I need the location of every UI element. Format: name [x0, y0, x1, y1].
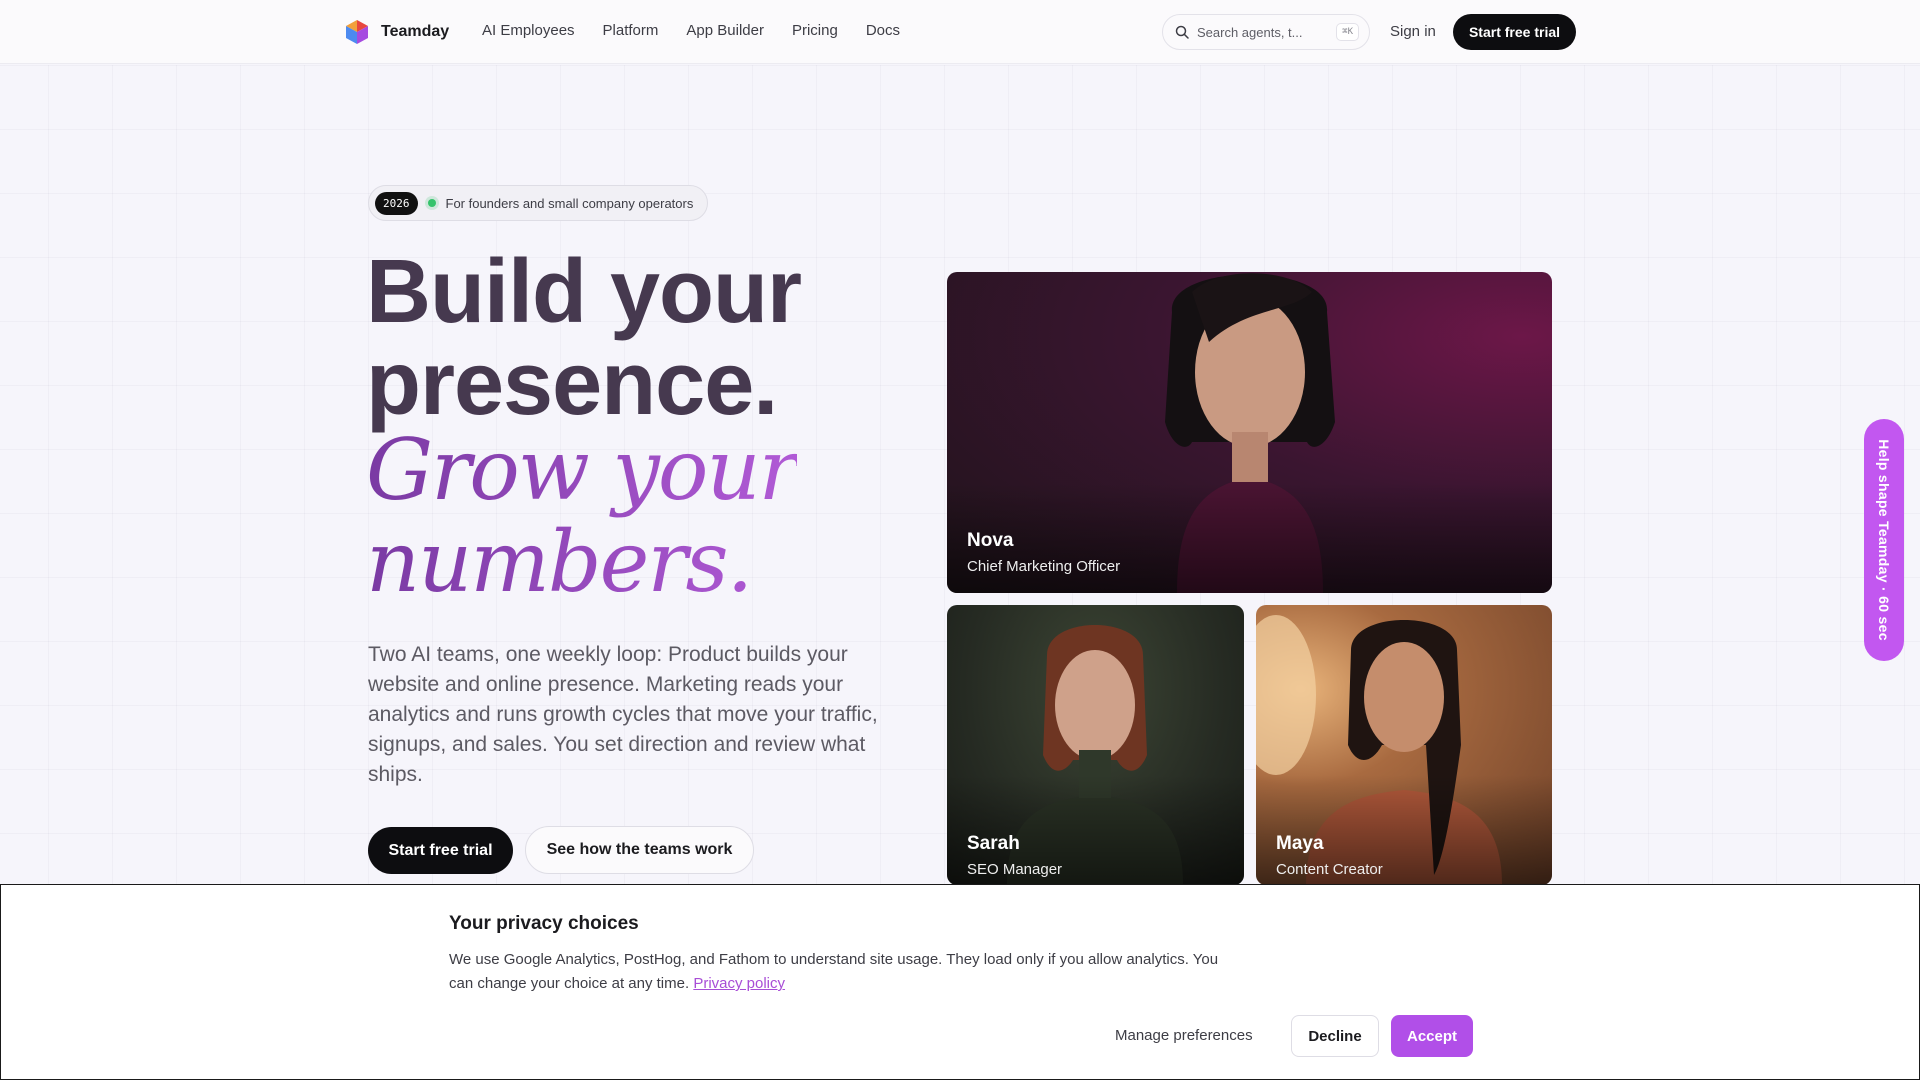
serif-line-1: Grow your: [366, 421, 797, 519]
hero-description: Two AI teams, one weekly loop: Product b…: [368, 643, 878, 786]
signin-link[interactable]: Sign in: [1390, 23, 1436, 40]
nav-platform[interactable]: Platform: [603, 22, 659, 39]
agent-name: Nova: [967, 530, 1014, 551]
nav-pricing[interactable]: Pricing: [792, 22, 838, 39]
teamday-logo-icon: [346, 20, 368, 44]
cookie-title: Your privacy choices: [449, 913, 639, 934]
decline-button[interactable]: Decline: [1291, 1015, 1379, 1057]
header-start-trial-button[interactable]: Start free trial: [1453, 14, 1576, 50]
agent-name: Sarah: [967, 833, 1020, 854]
feedback-side-tab[interactable]: Help shape Teamday · 60 sec: [1864, 419, 1904, 661]
feedback-tab-label: Help shape Teamday · 60 sec: [1876, 439, 1893, 641]
nav-app-builder[interactable]: App Builder: [686, 22, 764, 39]
team-card-nova[interactable]: Nova Chief Marketing Officer: [947, 272, 1552, 593]
cookie-body: We use Google Analytics, PostHog, and Fa…: [449, 951, 1219, 992]
search-placeholder: Search agents, t...: [1197, 24, 1303, 40]
main-nav: AI Employees Platform App Builder Pricin…: [482, 22, 900, 39]
hero-start-trial-button[interactable]: Start free trial: [368, 827, 513, 874]
team-card-sarah[interactable]: Sarah SEO Manager: [947, 605, 1244, 885]
hero-headline: Build your presence.: [366, 242, 802, 434]
cookie-banner: Your privacy choices We use Google Analy…: [0, 884, 1920, 1080]
hero-serif-headline: Grow your numbers.: [366, 424, 797, 608]
status-dot-icon: [427, 199, 436, 207]
nav-docs[interactable]: Docs: [866, 22, 900, 39]
site-header: Teamday AI Employees Platform App Builde…: [0, 0, 1920, 64]
privacy-policy-link[interactable]: Privacy policy: [693, 975, 785, 992]
team-card-maya[interactable]: Maya Content Creator: [1256, 605, 1552, 885]
agent-role: Chief Marketing Officer: [967, 558, 1121, 575]
agent-role: SEO Manager: [967, 861, 1063, 878]
search-icon: [1175, 25, 1189, 39]
headline-line-2: presence.: [366, 334, 778, 434]
search-input[interactable]: Search agents, t... ⌘K: [1162, 14, 1370, 50]
nav-ai-employees[interactable]: AI Employees: [482, 22, 575, 39]
see-teams-button[interactable]: See how the teams work: [525, 826, 754, 874]
agent-role: Content Creator: [1276, 861, 1383, 878]
badge-year: 2026: [375, 191, 418, 215]
search-shortcut: ⌘K: [1336, 23, 1359, 41]
cookie-description: We use Google Analytics, PostHog, and Fa…: [449, 948, 1219, 996]
serif-line-2: numbers.: [366, 513, 752, 611]
brand-name: Teamday: [381, 23, 450, 40]
manage-preferences-button[interactable]: Manage preferences: [1115, 1027, 1253, 1044]
brand-logo[interactable]: Teamday: [343, 18, 449, 46]
badge-text: For founders and small company operators: [445, 195, 694, 211]
card-gradient: [947, 483, 1552, 593]
audience-badge: 2026 For founders and small company oper…: [368, 185, 708, 221]
headline-line-1: Build your: [366, 242, 802, 342]
agent-name: Maya: [1276, 833, 1324, 854]
accept-button[interactable]: Accept: [1391, 1015, 1473, 1057]
